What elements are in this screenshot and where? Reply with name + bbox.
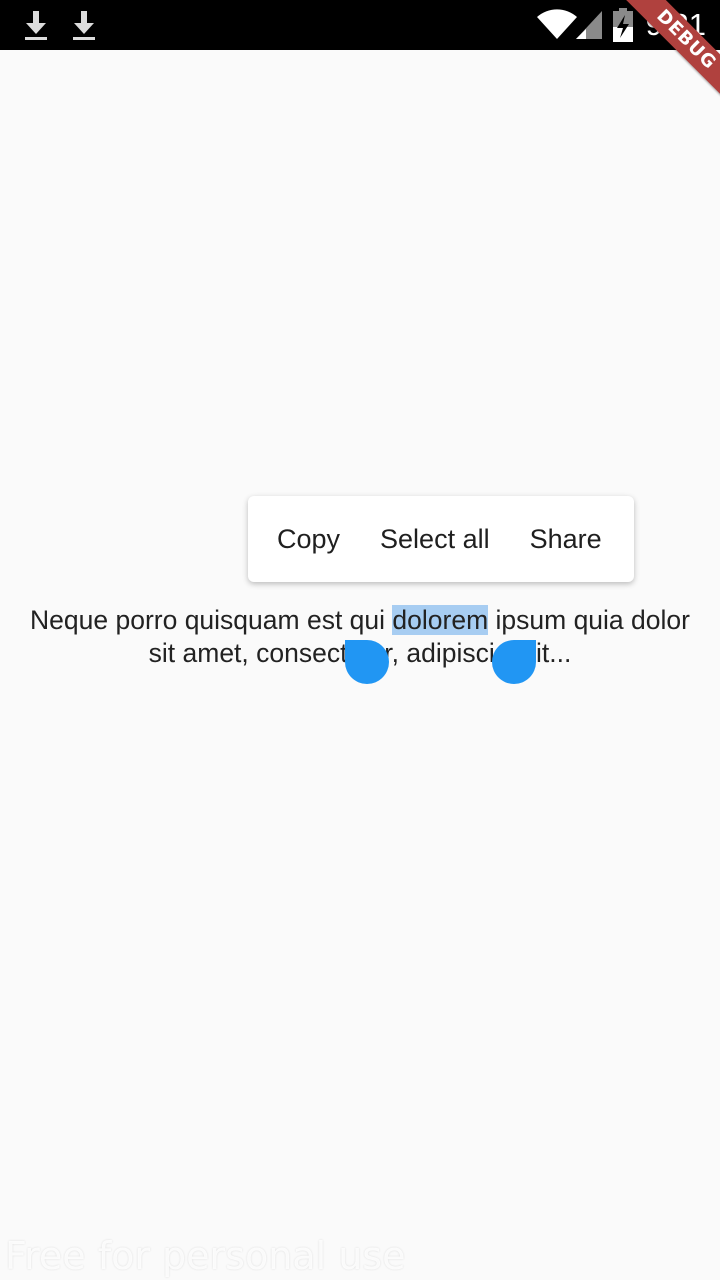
app-screen: 9:21 DEBUG Copy Select all Share Neque p… (0, 0, 720, 1280)
text-before-selection: Neque porro quisquam est qui (30, 605, 393, 635)
text-selection-toolbar: Copy Select all Share (248, 496, 634, 582)
paragraph-line-1: Neque porro quisquam est qui dolorem ips… (0, 604, 720, 637)
select-all-button[interactable]: Select all (360, 496, 510, 582)
selection-end-handle[interactable] (492, 640, 536, 684)
selection-start-handle[interactable] (345, 640, 389, 684)
share-button[interactable]: Share (510, 496, 622, 582)
selected-text[interactable]: dolorem (392, 605, 489, 635)
text-after-selection: ipsum quia dolor (488, 605, 690, 635)
watermark: Free for personal use (5, 1234, 406, 1278)
status-bar: 9:21 (0, 0, 720, 50)
download-icon (73, 11, 95, 40)
copy-button[interactable]: Copy (248, 496, 360, 582)
download-icon (25, 11, 47, 40)
wifi-icon (537, 9, 577, 39)
signal-icon (576, 11, 602, 39)
battery-charging-icon (613, 8, 633, 42)
